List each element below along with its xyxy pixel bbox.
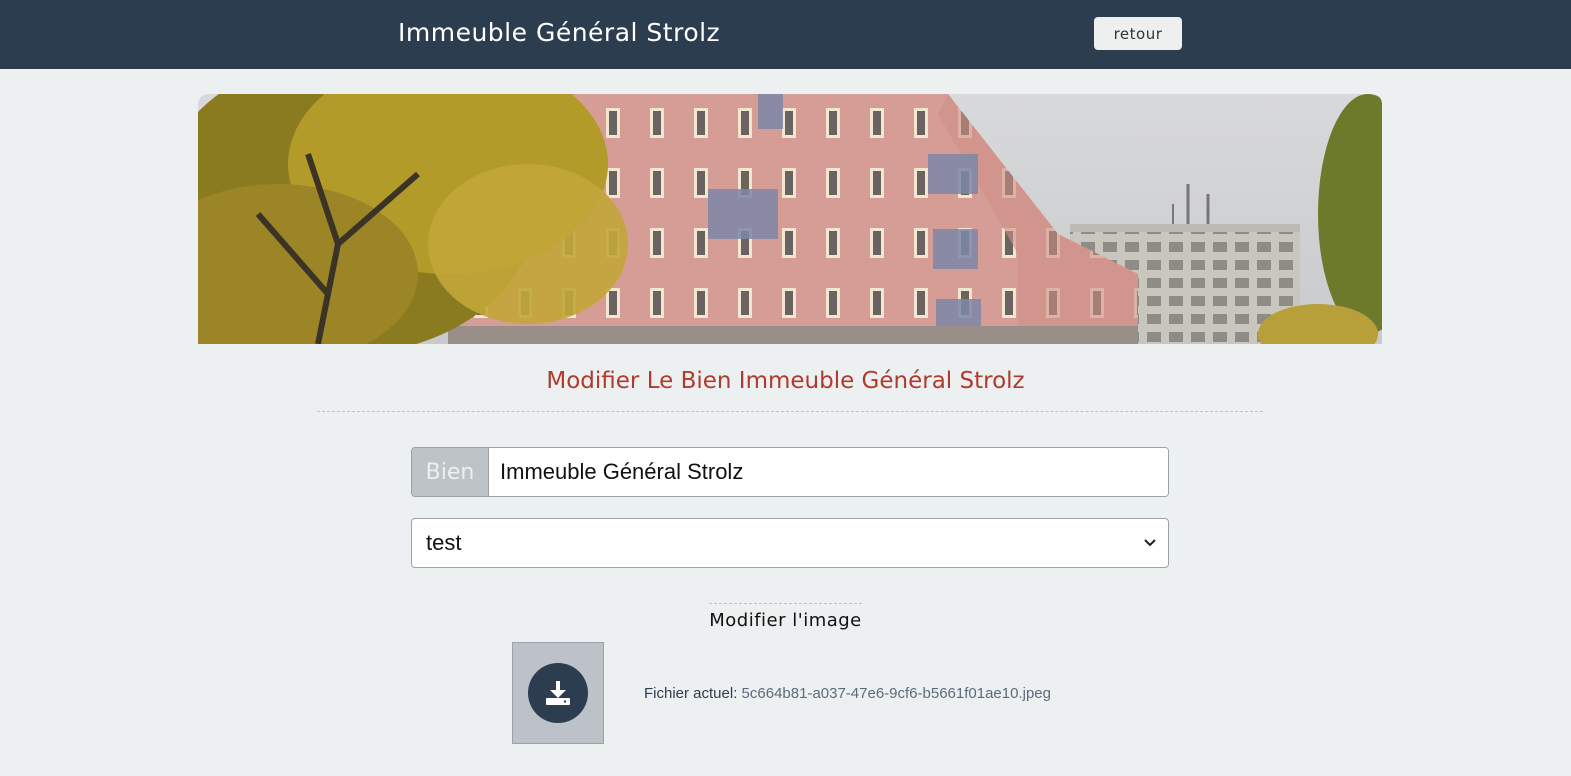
property-type-select-value: test xyxy=(426,530,462,555)
property-name-input[interactable] xyxy=(489,448,1168,496)
building-photo xyxy=(198,94,1382,344)
upload-circle xyxy=(528,663,588,723)
current-file-label: Fichier actuel: xyxy=(644,685,738,702)
chevron-down-icon xyxy=(1138,531,1162,555)
image-upload-button[interactable] xyxy=(512,642,604,744)
heading-divider xyxy=(317,411,1263,412)
property-banner-image xyxy=(198,94,1382,344)
property-type-select[interactable]: test xyxy=(411,518,1169,568)
property-name-addon: Bien xyxy=(412,448,489,496)
image-section-title: Modifier l'image xyxy=(709,603,862,631)
form-heading: Modifier Le Bien Immeuble Général Strolz xyxy=(546,368,1025,394)
current-file-info: Fichier actuel: 5c664b81-a037-47e6-9cf6-… xyxy=(644,685,1051,702)
page-title: Immeuble Général Strolz xyxy=(398,18,721,47)
image-section-header: Modifier l'image xyxy=(0,603,1571,631)
property-name-group: Bien xyxy=(411,447,1169,497)
back-button[interactable]: retour xyxy=(1094,17,1182,50)
current-file-name: 5c664b81-a037-47e6-9cf6-b5661f01ae10.jpe… xyxy=(741,685,1051,702)
download-icon xyxy=(546,681,570,705)
top-navbar: Immeuble Général Strolz retour xyxy=(0,0,1571,69)
